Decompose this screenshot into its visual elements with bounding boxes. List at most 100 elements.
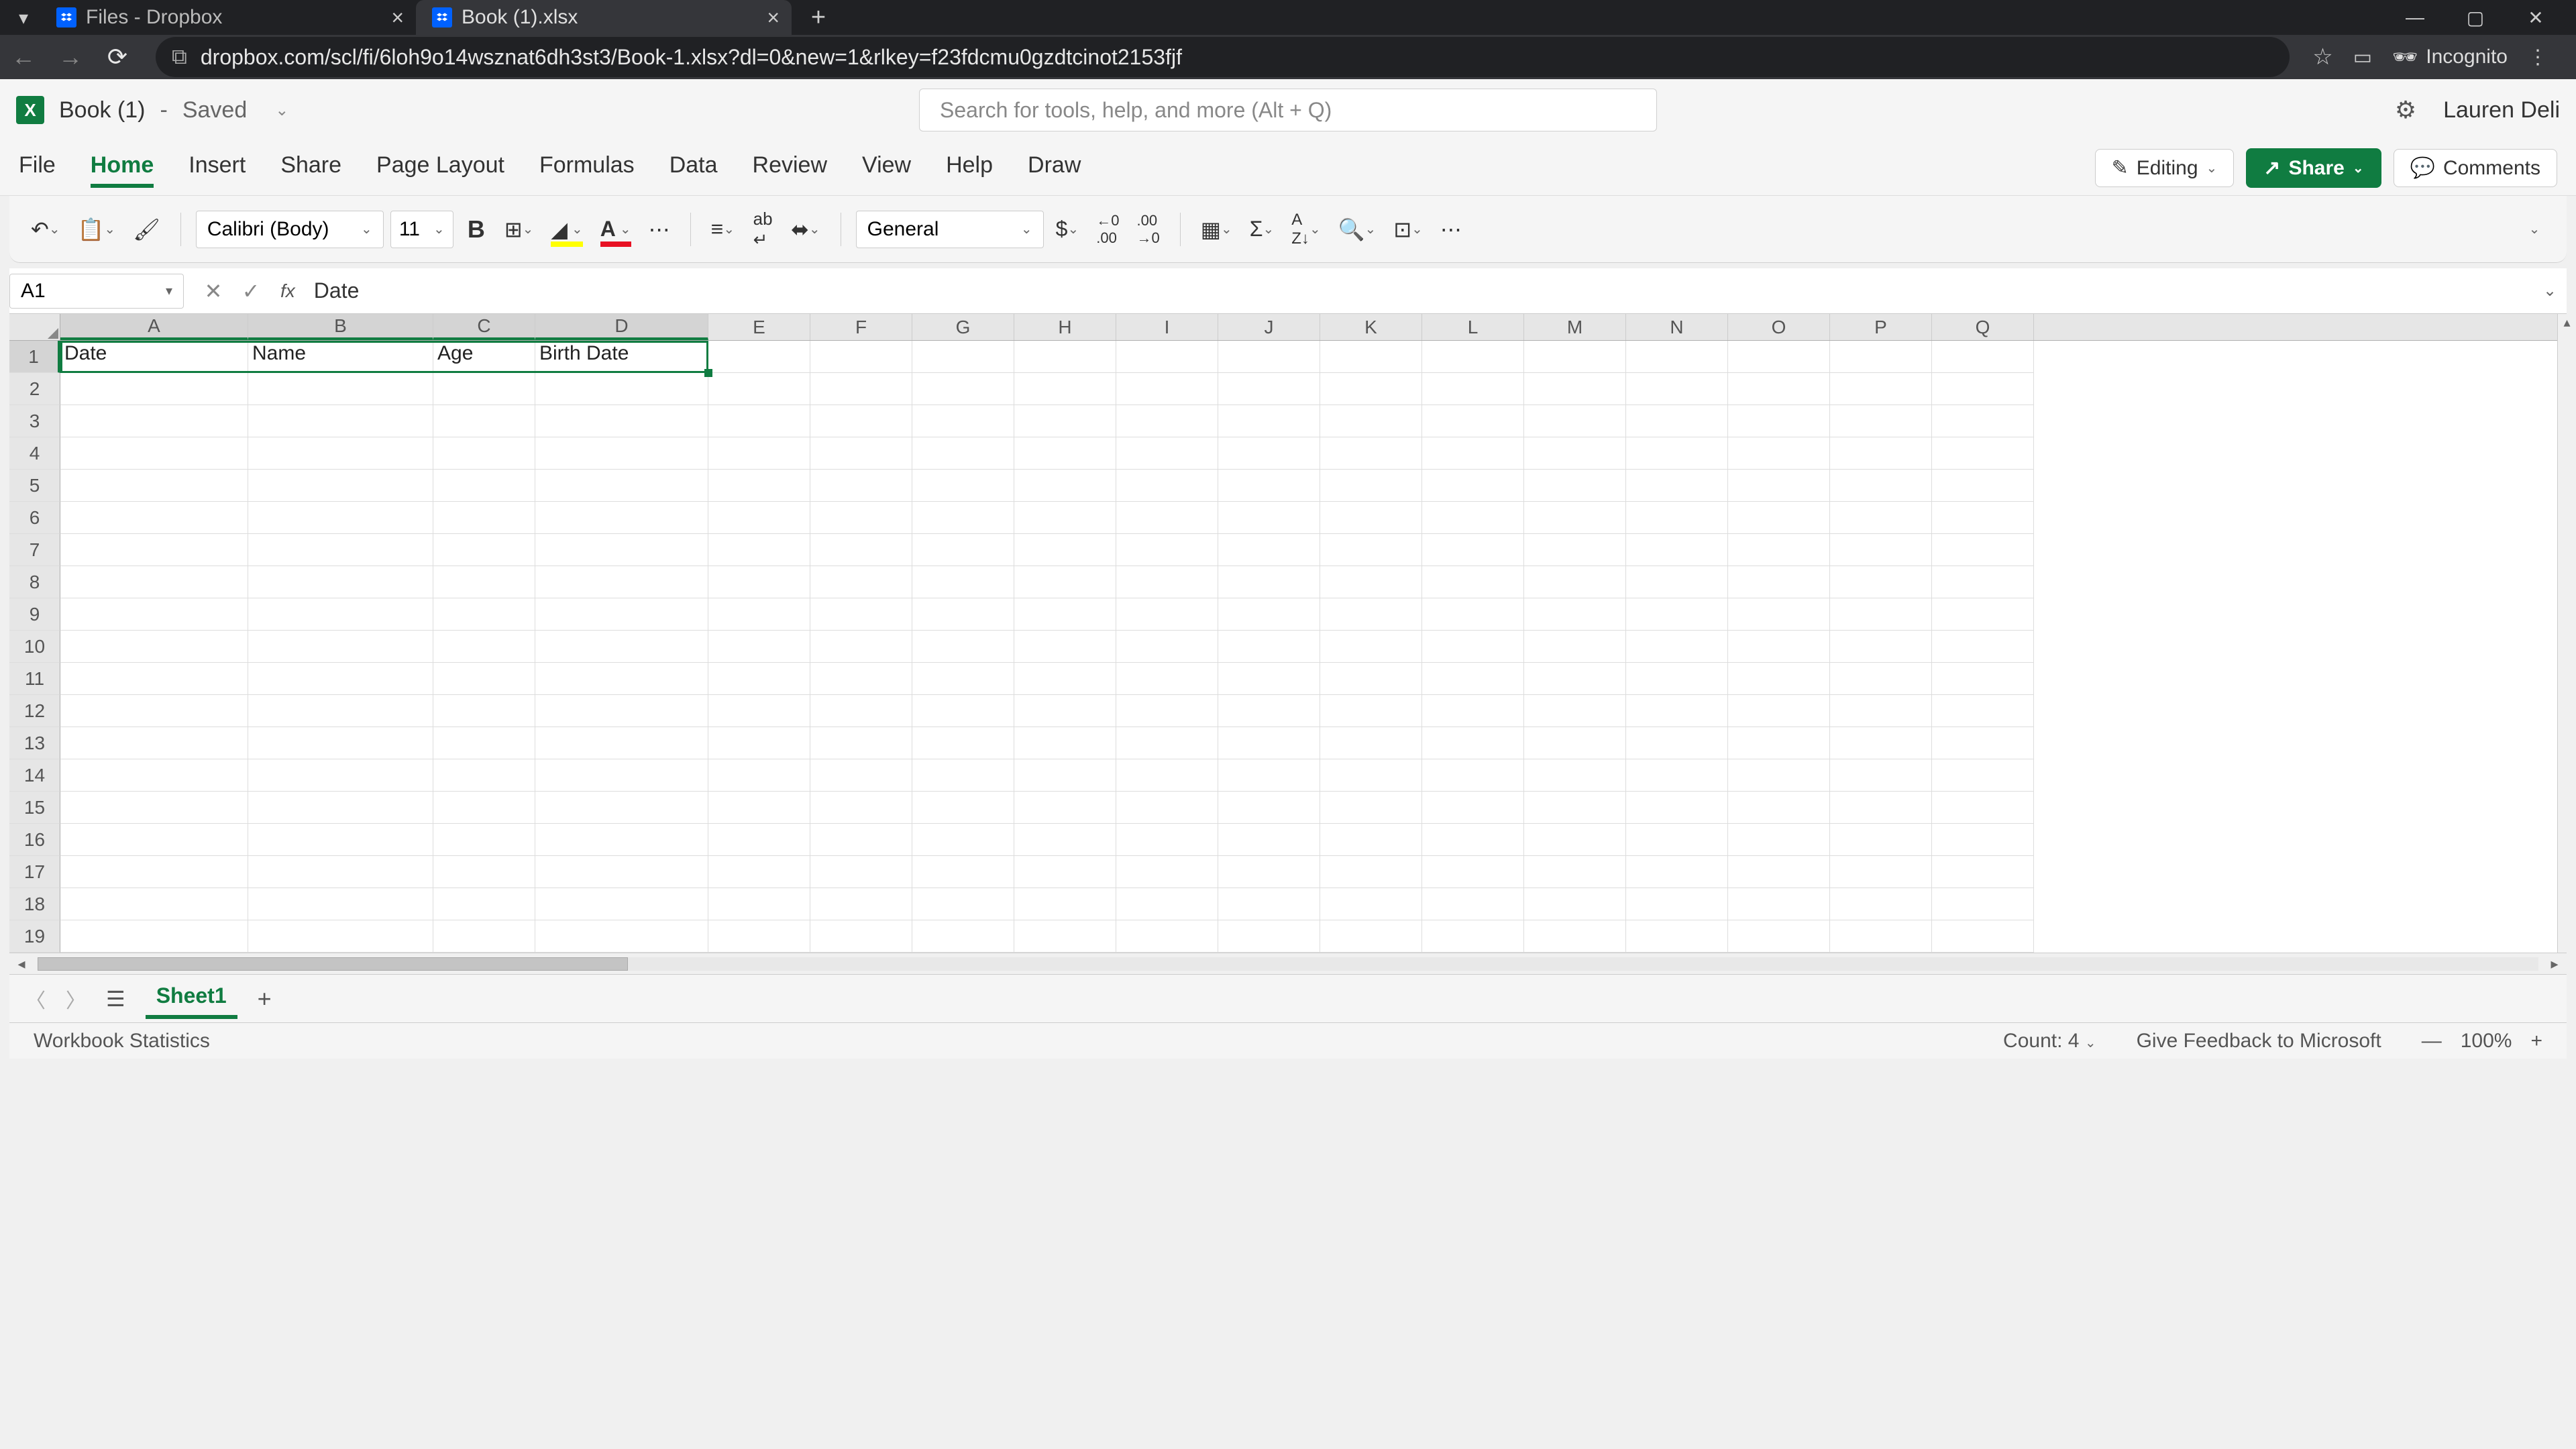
cell-C15[interactable]	[433, 792, 535, 824]
cell-Q7[interactable]	[1932, 534, 2034, 566]
cell-E14[interactable]	[708, 759, 810, 792]
cell-J19[interactable]	[1218, 920, 1320, 953]
cell-K11[interactable]	[1320, 663, 1422, 695]
cell-I5[interactable]	[1116, 470, 1218, 502]
col-header-H[interactable]: H	[1014, 314, 1116, 340]
cell-D2[interactable]	[535, 373, 708, 405]
cell-E2[interactable]	[708, 373, 810, 405]
cell-B19[interactable]	[248, 920, 433, 953]
cell-L2[interactable]	[1422, 373, 1524, 405]
new-tab-button[interactable]: +	[805, 3, 832, 32]
sheet-tab-active[interactable]: Sheet1	[146, 978, 237, 1019]
search-input[interactable]: Search for tools, help, and more (Alt + …	[919, 89, 1657, 131]
settings-icon[interactable]: ⚙	[2395, 96, 2416, 124]
close-icon[interactable]: ×	[767, 5, 780, 30]
browser-menu-icon[interactable]: ⋮	[2528, 46, 2548, 69]
cell-I12[interactable]	[1116, 695, 1218, 727]
cell-I16[interactable]	[1116, 824, 1218, 856]
browser-tab-1[interactable]: Book (1).xlsx ×	[416, 0, 792, 35]
cell-F18[interactable]	[810, 888, 912, 920]
cell-Q16[interactable]	[1932, 824, 2034, 856]
cell-M9[interactable]	[1524, 598, 1626, 631]
cell-H2[interactable]	[1014, 373, 1116, 405]
tab-file[interactable]: File	[19, 148, 56, 188]
cell-H7[interactable]	[1014, 534, 1116, 566]
cell-D17[interactable]	[535, 856, 708, 888]
font-name-select[interactable]: Calibri (Body)⌄	[196, 211, 384, 248]
scroll-right-icon[interactable]: ▸	[2542, 955, 2567, 973]
cell-Q1[interactable]	[1932, 341, 2034, 373]
col-header-N[interactable]: N	[1626, 314, 1728, 340]
cell-B3[interactable]	[248, 405, 433, 437]
bold-button[interactable]: B	[460, 211, 492, 248]
cell-P7[interactable]	[1830, 534, 1932, 566]
cell-D19[interactable]	[535, 920, 708, 953]
cell-C7[interactable]	[433, 534, 535, 566]
cell-Q13[interactable]	[1932, 727, 2034, 759]
cell-E4[interactable]	[708, 437, 810, 470]
row-header-9[interactable]: 9	[9, 598, 60, 631]
cell-O5[interactable]	[1728, 470, 1830, 502]
cell-G15[interactable]	[912, 792, 1014, 824]
reload-button[interactable]: ⟳	[102, 42, 133, 72]
cell-Q3[interactable]	[1932, 405, 2034, 437]
cell-M7[interactable]	[1524, 534, 1626, 566]
cell-M12[interactable]	[1524, 695, 1626, 727]
cell-O11[interactable]	[1728, 663, 1830, 695]
cell-Q19[interactable]	[1932, 920, 2034, 953]
cell-A1[interactable]: Date	[60, 341, 248, 373]
cell-M11[interactable]	[1524, 663, 1626, 695]
cell-Q11[interactable]	[1932, 663, 2034, 695]
cell-O3[interactable]	[1728, 405, 1830, 437]
cell-D10[interactable]	[535, 631, 708, 663]
cell-K3[interactable]	[1320, 405, 1422, 437]
fill-color-button[interactable]: ◢⌄	[545, 211, 588, 248]
cell-O10[interactable]	[1728, 631, 1830, 663]
cell-Q8[interactable]	[1932, 566, 2034, 598]
comments-button[interactable]: 💬 Comments	[2394, 149, 2557, 187]
cell-C8[interactable]	[433, 566, 535, 598]
cell-I13[interactable]	[1116, 727, 1218, 759]
cell-B12[interactable]	[248, 695, 433, 727]
cell-F3[interactable]	[810, 405, 912, 437]
cell-I7[interactable]	[1116, 534, 1218, 566]
cell-N12[interactable]	[1626, 695, 1728, 727]
cell-P19[interactable]	[1830, 920, 1932, 953]
cell-M18[interactable]	[1524, 888, 1626, 920]
cell-P9[interactable]	[1830, 598, 1932, 631]
cell-L13[interactable]	[1422, 727, 1524, 759]
cell-N18[interactable]	[1626, 888, 1728, 920]
row-header-2[interactable]: 2	[9, 373, 60, 405]
cell-K10[interactable]	[1320, 631, 1422, 663]
vertical-scrollbar[interactable]: ▴	[2557, 314, 2576, 953]
cell-H18[interactable]	[1014, 888, 1116, 920]
workbook-statistics[interactable]: Workbook Statistics	[34, 1030, 210, 1053]
cell-P1[interactable]	[1830, 341, 1932, 373]
cell-G9[interactable]	[912, 598, 1014, 631]
cell-B9[interactable]	[248, 598, 433, 631]
row-header-15[interactable]: 15	[9, 792, 60, 824]
cell-F4[interactable]	[810, 437, 912, 470]
col-header-G[interactable]: G	[912, 314, 1014, 340]
cell-F16[interactable]	[810, 824, 912, 856]
cell-B6[interactable]	[248, 502, 433, 534]
font-color-button[interactable]: A⌄	[595, 211, 637, 248]
cell-F9[interactable]	[810, 598, 912, 631]
cell-Q14[interactable]	[1932, 759, 2034, 792]
cell-F1[interactable]	[810, 341, 912, 373]
row-header-3[interactable]: 3	[9, 405, 60, 437]
cell-A6[interactable]	[60, 502, 248, 534]
cell-G16[interactable]	[912, 824, 1014, 856]
row-header-6[interactable]: 6	[9, 502, 60, 534]
cancel-formula-button[interactable]: ✕	[195, 272, 232, 310]
cell-B10[interactable]	[248, 631, 433, 663]
cell-N14[interactable]	[1626, 759, 1728, 792]
cell-J4[interactable]	[1218, 437, 1320, 470]
format-painter-button[interactable]: 🖌	[127, 211, 166, 248]
col-header-J[interactable]: J	[1218, 314, 1320, 340]
cell-D6[interactable]	[535, 502, 708, 534]
cell-A17[interactable]	[60, 856, 248, 888]
cell-G2[interactable]	[912, 373, 1014, 405]
cell-K4[interactable]	[1320, 437, 1422, 470]
cell-O8[interactable]	[1728, 566, 1830, 598]
